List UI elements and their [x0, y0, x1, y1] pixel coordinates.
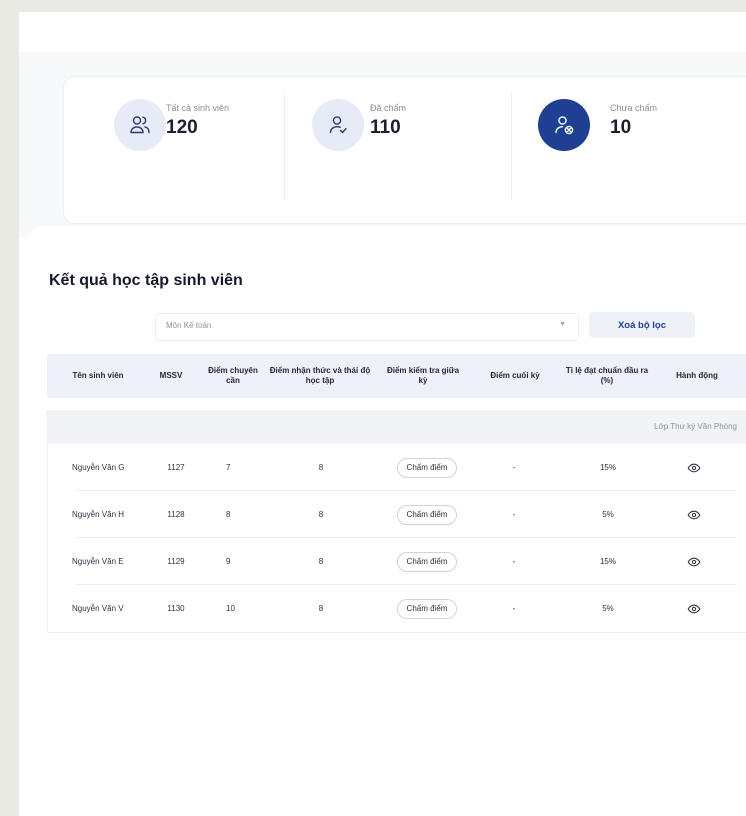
awareness-score: 8 — [318, 463, 324, 472]
grade-button[interactable]: Chấm điểm — [396, 598, 458, 619]
table-header: Tên sinh viên MSSV Điểm chuyên cần Điểm … — [47, 354, 746, 398]
attendance-score: 10 — [226, 604, 235, 613]
user-check-icon — [312, 99, 364, 151]
final-score: - — [512, 510, 516, 519]
col-header-name[interactable]: Tên sinh viên — [55, 354, 141, 398]
group-row: Lớp Thư ký Văn Phòng — [48, 410, 746, 444]
outcome-rate: 15% — [599, 463, 616, 472]
col-header-attendance[interactable]: Điểm chuyên cần — [203, 354, 263, 398]
table-row: Nguyễn Văn H 1128 8 8 Chấm điểm - 5% — [48, 491, 746, 538]
midterm-cell: Chấm điểm — [387, 491, 467, 538]
col-header-rate[interactable]: Tỉ lệ đạt chuẩn đầu ra (%) — [561, 354, 653, 398]
stats-card: Tất cả sinh viên 120 Đã chấm 110 Chưa ch… — [63, 76, 746, 224]
table-body: Lớp Thư ký Văn Phòng Nguyễn Văn G 1127 7… — [47, 410, 746, 633]
eye-icon[interactable] — [682, 538, 706, 585]
col-header-awareness[interactable]: Điểm nhận thức và thái độ học tập — [265, 354, 375, 398]
top-strip — [19, 12, 746, 52]
table-row: Nguyễn Văn G 1127 7 8 Chấm điểm - 15% — [48, 444, 746, 491]
final-score: - — [512, 604, 516, 613]
col-header-final[interactable]: Điểm cuối kỳ — [487, 354, 543, 398]
stat-label: Chưa chấm — [610, 103, 658, 113]
chevron-down-icon: ▼ — [559, 321, 566, 328]
stat-value: 120 — [166, 117, 198, 138]
page-title: Kết quả học tập sinh viên — [49, 272, 243, 289]
table-row: Nguyễn Văn V 1130 10 8 Chấm điểm - 5% — [48, 585, 746, 632]
midterm-cell: Chấm điểm — [387, 585, 467, 632]
grade-button[interactable]: Chấm điểm — [396, 504, 458, 525]
stat-graded: Đã chấm 110 — [286, 77, 508, 223]
eye-icon[interactable] — [682, 585, 706, 632]
outcome-rate: 5% — [602, 510, 614, 519]
stat-label: Đã chấm — [370, 103, 407, 113]
col-header-mssv[interactable]: MSSV — [151, 354, 191, 398]
student-name: Nguyễn Văn V — [72, 604, 124, 613]
subject-filter-select[interactable]: Môn Kế toán ▼ — [155, 313, 579, 341]
final-score: - — [512, 557, 516, 566]
stat-label: Tất cả sinh viên — [166, 103, 230, 113]
student-name: Nguyễn Văn H — [72, 510, 125, 519]
main-page: Tất cả sinh viên 120 Đã chấm 110 Chưa ch… — [19, 12, 746, 816]
group-label: Lớp Thư ký Văn Phòng — [654, 422, 737, 431]
users-icon — [114, 99, 166, 151]
clear-filter-button[interactable]: Xoá bộ lọc — [589, 312, 695, 338]
awareness-score: 8 — [318, 604, 324, 613]
filter-selected-value: Môn Kế toán — [166, 321, 212, 330]
outcome-rate: 15% — [599, 557, 616, 566]
student-name: Nguyễn Văn E — [72, 557, 124, 566]
attendance-score: 8 — [226, 510, 231, 519]
student-id: 1130 — [167, 604, 185, 613]
grade-button[interactable]: Chấm điểm — [396, 551, 458, 572]
divider — [284, 91, 285, 201]
grade-button[interactable]: Chấm điểm — [396, 457, 458, 478]
midterm-cell: Chấm điểm — [387, 538, 467, 585]
student-id: 1128 — [167, 510, 185, 519]
col-header-actions: Hành động — [676, 371, 718, 380]
eye-icon[interactable] — [682, 491, 706, 538]
outcome-rate: 5% — [602, 604, 614, 613]
awareness-score: 8 — [318, 510, 324, 519]
awareness-score: 8 — [318, 557, 324, 566]
user-x-icon — [538, 99, 590, 151]
col-header-midterm[interactable]: Điểm kiểm tra giữa kỳ — [385, 354, 461, 398]
stat-ungraded: Chưa chấm 10 — [512, 77, 746, 223]
attendance-score: 9 — [226, 557, 231, 566]
table-row: Nguyễn Văn E 1129 9 8 Chấm điểm - 15% — [48, 538, 746, 585]
student-id: 1129 — [167, 557, 185, 566]
final-score: - — [512, 463, 516, 472]
eye-icon[interactable] — [682, 444, 706, 491]
midterm-cell: Chấm điểm — [387, 444, 467, 491]
stat-value: 110 — [370, 117, 401, 138]
attendance-score: 7 — [226, 463, 231, 472]
stat-all-students: Tất cả sinh viên 120 — [64, 77, 284, 223]
student-id: 1127 — [167, 463, 185, 472]
stat-value: 10 — [610, 117, 632, 138]
results-panel: Kết quả học tập sinh viên Môn Kế toán ▼ … — [29, 226, 746, 816]
student-name: Nguyễn Văn G — [72, 463, 125, 472]
